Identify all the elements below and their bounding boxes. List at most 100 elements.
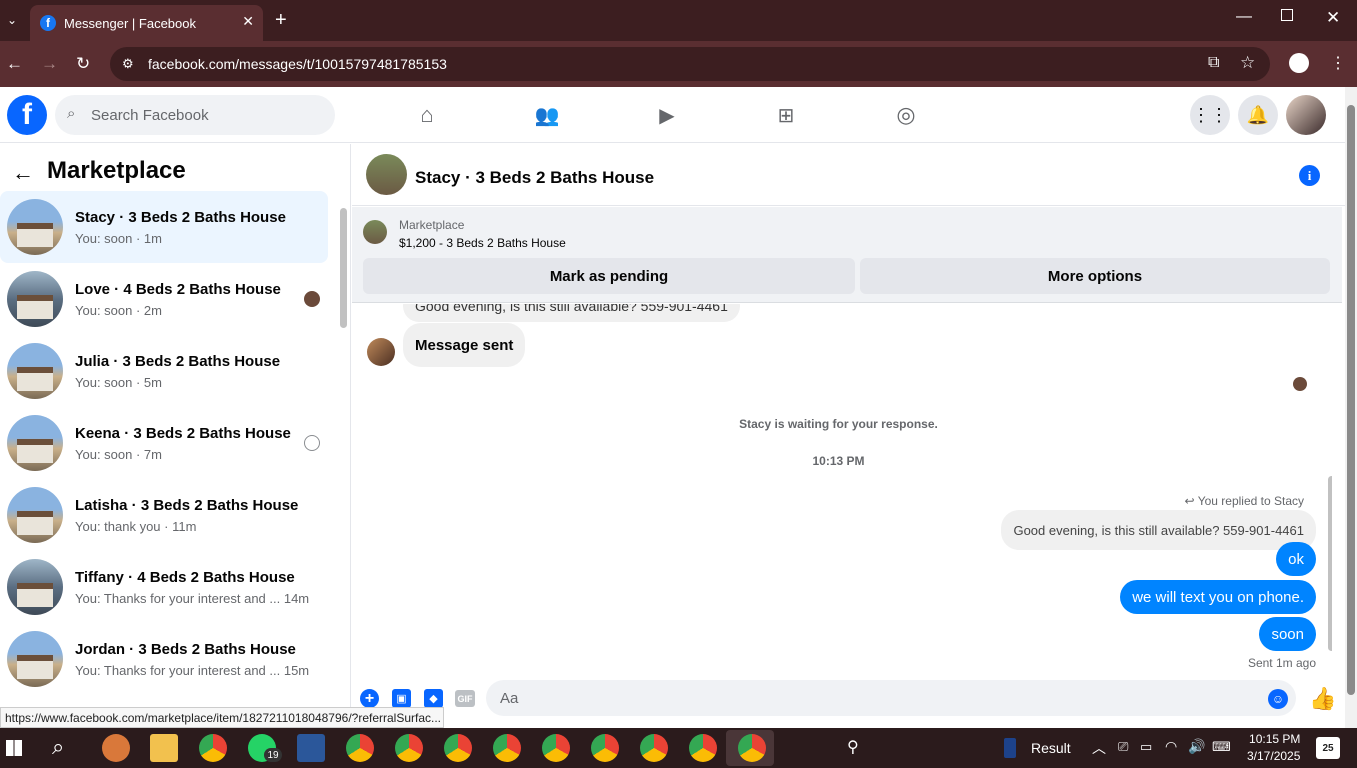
account-avatar[interactable] [1286,95,1326,135]
word-icon[interactable] [297,734,325,762]
composer: + ▣ ◆ GIF Aa ☺ 👍 [352,678,1345,728]
unread-circle-icon [304,435,320,451]
tray-chevron-icon[interactable]: ︿ [1092,738,1106,758]
sticker-icon[interactable]: ◆ [424,689,443,708]
clock-time: 10:15 PM [1249,732,1301,746]
page-scroll-thumb[interactable] [1347,105,1355,695]
listing-price[interactable]: $1,200 - 3 Beds 2 Baths House [399,236,566,250]
address-bar[interactable]: ⚙ facebook.com/messages/t/10015797481785… [110,47,1270,81]
conversation-item[interactable]: Stacy · 3 Beds 2 Baths House You: soon · … [0,191,328,263]
chrome-profile-icon[interactable] [346,734,374,762]
tab-list-button[interactable]: ⌄ [0,8,24,32]
battery-icon[interactable]: ▭ [1140,739,1152,755]
chrome-icon[interactable] [199,734,227,762]
tray-device-icon[interactable]: ⎚ [1118,739,1128,755]
nba-icon[interactable] [1004,738,1016,758]
keyboard-icon[interactable]: ⌨ [1212,739,1231,755]
menu-grid-icon[interactable]: ⋮⋮ [1190,95,1230,135]
friends-icon[interactable]: 👥 [532,101,562,129]
chrome-profile-icon[interactable] [689,734,717,762]
chrome-profile-icon[interactable] [395,734,423,762]
marketplace-icon[interactable]: ⊞ [771,101,801,129]
forward-icon[interactable]: → [41,54,58,74]
result-label[interactable]: Result [1031,740,1071,756]
thread-scrollbar[interactable] [1328,476,1332,651]
file-explorer-icon[interactable] [150,734,178,762]
listing-thumbnail [7,487,63,543]
search-taskbar-icon[interactable]: ⌕ [52,734,64,760]
listing-banner: Marketplace $1,200 - 3 Beds 2 Baths Hous… [352,207,1342,303]
profile-icon[interactable] [1289,53,1309,73]
chrome-profile-icon[interactable] [493,734,521,762]
close-tab-icon[interactable]: ✕ [242,13,254,30]
tab-title: Messenger | Facebook [64,15,196,31]
minimize-button[interactable]: — [1236,8,1252,26]
bookmark-star-icon[interactable]: ☆ [1240,53,1255,73]
browser-tab-active[interactable]: f Messenger | Facebook ✕ [30,5,263,41]
gif-icon[interactable]: GIF [455,690,475,707]
chat-listing-avatar[interactable] [366,154,407,195]
listing-label: Marketplace [399,218,465,232]
info-icon[interactable]: i [1299,165,1320,186]
facebook-header: f ⌕ Search Facebook ⌂ 👥 ▶ ⊞ ◎ ⋮⋮ 🔔 [0,87,1345,143]
sidebar-scrollbar[interactable] [340,208,347,328]
conversation-item[interactable]: Jordan · 3 Beds 2 Baths House You: Thanks… [0,623,328,695]
search-input[interactable]: ⌕ Search Facebook [55,95,335,135]
new-tab-button[interactable]: + [275,9,287,32]
message-input[interactable]: Aa ☺ [486,680,1296,716]
widget-app-icon[interactable] [102,734,130,762]
conversation-item[interactable]: Keena · 3 Beds 2 Baths House You: soon · … [0,407,328,479]
whatsapp-badge: 19 [264,748,282,762]
thumbs-up-icon[interactable]: 👍 [1309,686,1336,712]
mark-as-pending-button[interactable]: Mark as pending [363,258,855,294]
chrome-profile-icon[interactable] [640,734,668,762]
notification-count[interactable]: 25 [1316,737,1340,759]
back-arrow-icon[interactable]: ← [12,160,34,186]
chrome-active-icon[interactable] [738,734,766,762]
listing-thumbnail [7,631,63,687]
replied-label: ↩ You replied to Stacy [1185,494,1304,508]
clock[interactable]: 10:15 PM 3/17/2025 [1247,732,1300,763]
listing-thumbnail [7,415,63,471]
emoji-icon[interactable]: ☺ [1268,689,1288,709]
reload-icon[interactable]: ↻ [76,54,90,74]
volume-icon[interactable]: 🔊 [1188,738,1205,755]
site-info-icon[interactable]: ⚙ [122,56,134,72]
contact-avatar[interactable] [367,338,395,366]
install-app-icon[interactable]: ⧉ [1208,54,1219,72]
chrome-profile-icon[interactable] [444,734,472,762]
conversation-item[interactable]: Tiffany · 4 Beds 2 Baths House You: Thank… [0,551,328,623]
more-options-button[interactable]: More options [860,258,1330,294]
groups-icon[interactable]: ◎ [891,101,921,129]
listing-thumbnail [7,271,63,327]
listing-thumbnail [7,559,63,615]
outgoing-message: soon [1259,617,1316,651]
wifi-icon[interactable]: ◠ [1165,738,1177,755]
chrome-profile-icon[interactable] [542,734,570,762]
message-sent-bubble: Message sent [403,323,526,367]
conversation-item[interactable]: Love · 4 Beds 2 Baths House You: soon · 2… [0,263,328,335]
home-icon[interactable]: ⌂ [412,101,442,129]
windows-start-icon[interactable] [6,740,22,756]
attach-photo-icon[interactable]: ▣ [392,689,411,708]
add-more-icon[interactable]: + [360,689,379,708]
conversation-preview: You: Thanks for your interest and ... 14… [75,590,310,606]
reply-icon: ↩ [1184,494,1198,508]
maximize-button[interactable] [1281,9,1293,21]
conversation-item[interactable]: Julia · 3 Beds 2 Baths House You: soon · … [0,335,328,407]
back-icon[interactable]: ← [6,54,23,74]
chat-header: Stacy · 3 Beds 2 Baths House i [352,144,1345,206]
close-window-button[interactable]: ✕ [1326,8,1340,28]
notifications-bell-icon[interactable]: 🔔 [1238,95,1278,135]
conversation-item[interactable]: Latisha · 3 Beds 2 Baths House You: thank… [0,479,328,551]
chrome-menu-icon[interactable]: ⋮ [1330,53,1346,73]
page-scrollbar[interactable] [1345,87,1357,728]
facebook-favicon-icon: f [40,15,56,31]
video-icon[interactable]: ▶ [652,101,682,129]
conversation-name: Stacy · 3 Beds 2 Baths House [75,208,286,226]
timestamp: 10:13 PM [812,454,865,468]
facebook-logo-icon[interactable]: f [7,95,47,135]
copilot-icon[interactable]: ⚲ [847,737,859,757]
chat-title[interactable]: Stacy · 3 Beds 2 Baths House [415,168,654,188]
chrome-profile-icon[interactable] [591,734,619,762]
